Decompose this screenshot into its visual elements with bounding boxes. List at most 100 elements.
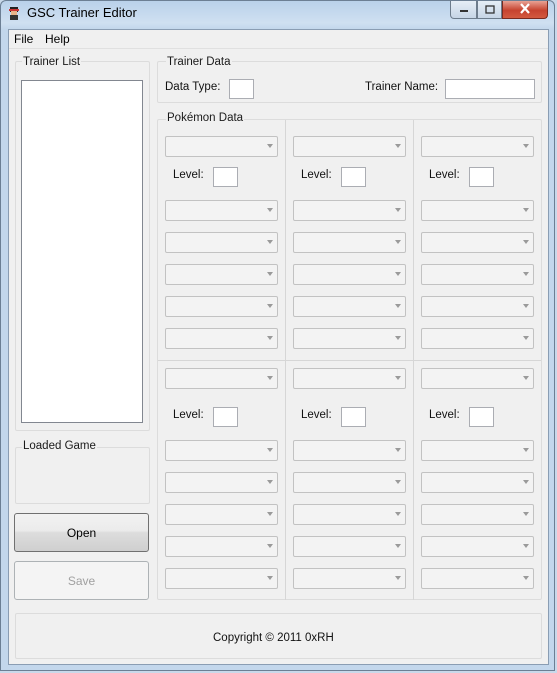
pokemon-5-move-2-select[interactable] <box>293 504 406 525</box>
pokemon-1-level-field[interactable] <box>213 167 238 187</box>
chevron-down-icon <box>395 448 401 452</box>
pokemon-4-level-label: Level: <box>173 409 204 421</box>
pokemon-2-move-2-select[interactable] <box>293 264 406 285</box>
pokemon-4-move-2-select[interactable] <box>165 504 278 525</box>
chevron-down-icon <box>523 240 529 244</box>
pokemon-3-level-field[interactable] <box>469 167 494 187</box>
chevron-down-icon <box>267 240 273 244</box>
pokemon-4-item-select[interactable] <box>165 440 278 461</box>
pokemon-4-move-4-select[interactable] <box>165 568 278 589</box>
menu-bar: File Help <box>9 30 548 49</box>
pokemon-3-move-1-select[interactable] <box>421 232 534 253</box>
chevron-down-icon <box>267 304 273 308</box>
trainer-name-field[interactable] <box>445 79 535 99</box>
pokemon-4-move-1-select[interactable] <box>165 472 278 493</box>
pokemon-6-move-3-select[interactable] <box>421 536 534 557</box>
loaded-game-group <box>15 447 150 504</box>
pokemon-1-move-2-select[interactable] <box>165 264 278 285</box>
close-icon <box>519 2 531 17</box>
pokemon-4-move-3-select[interactable] <box>165 536 278 557</box>
chevron-down-icon <box>395 272 401 276</box>
pokemon-6-level-field[interactable] <box>469 407 494 427</box>
pokemon-2-item-select[interactable] <box>293 200 406 221</box>
chevron-down-icon <box>267 144 273 148</box>
pokemon-3-species-select[interactable] <box>421 136 534 157</box>
window-title: GSC Trainer Editor <box>27 5 137 20</box>
data-type-label: Data Type: <box>165 81 221 93</box>
pokemon-6-move-1-select[interactable] <box>421 472 534 493</box>
loaded-game-label: Loaded Game <box>22 440 97 452</box>
chevron-down-icon <box>395 480 401 484</box>
chevron-down-icon <box>523 480 529 484</box>
pokemon-5-level-label: Level: <box>301 409 332 421</box>
chevron-down-icon <box>395 376 401 380</box>
chevron-down-icon <box>395 512 401 516</box>
chevron-down-icon <box>395 544 401 548</box>
app-icon <box>6 5 22 21</box>
chevron-down-icon <box>267 376 273 380</box>
chevron-down-icon <box>267 480 273 484</box>
pokemon-1-move-4-select[interactable] <box>165 328 278 349</box>
trainer-listbox[interactable] <box>21 80 143 423</box>
pokemon-3-move-2-select[interactable] <box>421 264 534 285</box>
minimize-button[interactable] <box>450 1 477 19</box>
close-button[interactable] <box>502 1 548 19</box>
open-button[interactable]: Open <box>14 513 149 552</box>
pokemon-2-move-1-select[interactable] <box>293 232 406 253</box>
pokemon-4-species-select[interactable] <box>165 368 278 389</box>
chevron-down-icon <box>395 336 401 340</box>
chevron-down-icon <box>267 576 273 580</box>
pokemon-5-move-3-select[interactable] <box>293 536 406 557</box>
pokemon-1-move-1-select[interactable] <box>165 232 278 253</box>
pokemon-6-move-2-select[interactable] <box>421 504 534 525</box>
pokemon-1-item-select[interactable] <box>165 200 278 221</box>
chevron-down-icon <box>523 144 529 148</box>
chevron-down-icon <box>267 448 273 452</box>
chevron-down-icon <box>523 304 529 308</box>
pokemon-data-label: Pokémon Data <box>166 112 245 124</box>
trainer-list-label: Trainer List <box>22 56 82 68</box>
chevron-down-icon <box>267 512 273 516</box>
chevron-down-icon <box>267 208 273 212</box>
pokemon-5-move-4-select[interactable] <box>293 568 406 589</box>
data-type-field[interactable] <box>229 79 254 99</box>
chevron-down-icon <box>395 144 401 148</box>
save-button[interactable]: Save <box>14 561 149 600</box>
chevron-down-icon <box>267 272 273 276</box>
chevron-down-icon <box>523 272 529 276</box>
pokemon-4-level-field[interactable] <box>213 407 238 427</box>
pokemon-6-move-4-select[interactable] <box>421 568 534 589</box>
pokemon-5-species-select[interactable] <box>293 368 406 389</box>
pokemon-1-species-select[interactable] <box>165 136 278 157</box>
chevron-down-icon <box>267 336 273 340</box>
chevron-down-icon <box>523 336 529 340</box>
pokemon-2-species-select[interactable] <box>293 136 406 157</box>
pokemon-2-move-3-select[interactable] <box>293 296 406 317</box>
row-divider <box>158 360 541 361</box>
maximize-button[interactable] <box>477 1 502 19</box>
trainer-name-label: Trainer Name: <box>365 81 439 93</box>
pokemon-3-item-select[interactable] <box>421 200 534 221</box>
app-window: GSC Trainer Editor File Help Trainer Lis… <box>0 0 555 671</box>
chevron-down-icon <box>523 576 529 580</box>
menu-file[interactable]: File <box>12 32 35 46</box>
chevron-down-icon <box>523 376 529 380</box>
menu-help[interactable]: Help <box>43 32 72 46</box>
pokemon-2-level-field[interactable] <box>341 167 366 187</box>
chevron-down-icon <box>523 448 529 452</box>
chevron-down-icon <box>395 208 401 212</box>
pokemon-5-level-field[interactable] <box>341 407 366 427</box>
pokemon-5-item-select[interactable] <box>293 440 406 461</box>
pokemon-2-level-label: Level: <box>301 169 332 181</box>
chevron-down-icon <box>395 240 401 244</box>
pokemon-1-move-3-select[interactable] <box>165 296 278 317</box>
pokemon-2-move-4-select[interactable] <box>293 328 406 349</box>
chevron-down-icon <box>395 304 401 308</box>
pokemon-3-level-label: Level: <box>429 169 460 181</box>
pokemon-5-move-1-select[interactable] <box>293 472 406 493</box>
pokemon-6-species-select[interactable] <box>421 368 534 389</box>
pokemon-6-item-select[interactable] <box>421 440 534 461</box>
pokemon-3-move-4-select[interactable] <box>421 328 534 349</box>
title-bar: GSC Trainer Editor <box>1 1 554 27</box>
pokemon-3-move-3-select[interactable] <box>421 296 534 317</box>
